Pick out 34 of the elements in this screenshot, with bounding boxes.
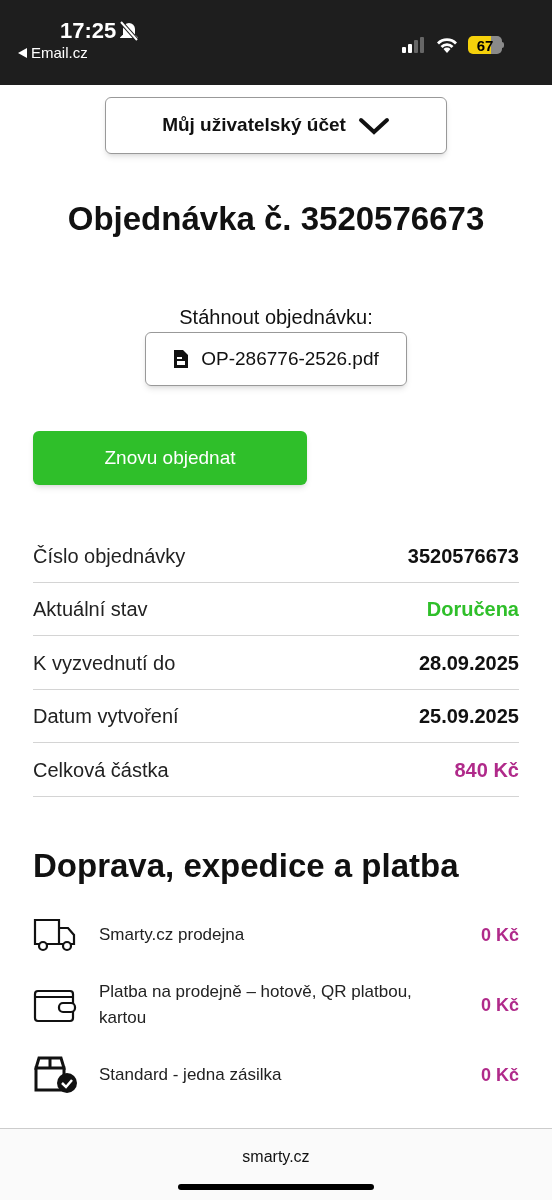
detail-label: K vyzvednutí do bbox=[33, 650, 176, 676]
back-triangle-icon bbox=[18, 47, 27, 58]
detail-value: 28.09.2025 bbox=[418, 650, 519, 676]
shipping-item-price: 0 Kč bbox=[480, 993, 519, 1017]
wallet-icon bbox=[33, 987, 77, 1023]
shipping-item-label: Smarty.cz prodejna bbox=[99, 924, 246, 946]
shipping-item-price: 0 Kč bbox=[480, 923, 519, 947]
detail-label: Číslo objednávky bbox=[33, 543, 186, 569]
detail-label: Aktuální stav bbox=[33, 597, 148, 622]
wifi-icon bbox=[436, 37, 458, 53]
site-domain: smarty.cz bbox=[242, 1147, 310, 1167]
shipping-item-price: 0 Kč bbox=[480, 1063, 519, 1087]
document-icon bbox=[173, 349, 190, 370]
chevron-down-icon bbox=[357, 116, 390, 135]
truck-icon bbox=[33, 918, 77, 952]
download-label: Stáhnout objednávku: bbox=[179, 305, 373, 331]
section-heading: Doprava, expedice a platba bbox=[32, 845, 460, 886]
battery-indicator: 67 bbox=[468, 36, 504, 54]
shipping-item-label: Platba na prodejně – hotově, QR platbou, kartou bbox=[99, 981, 413, 1029]
signal-icon bbox=[402, 37, 426, 53]
pdf-download-button[interactable]: OP-286776-2526.pdf bbox=[145, 332, 407, 387]
status-time: 17:25 bbox=[60, 20, 117, 42]
detail-value: 840 Kč bbox=[454, 757, 519, 783]
detail-label: Celková částka bbox=[33, 757, 169, 783]
detail-label: Datum vytvoření bbox=[33, 704, 179, 729]
detail-value: Doručena bbox=[426, 597, 519, 622]
back-to-app-link[interactable]: Email.cz bbox=[18, 45, 88, 60]
detail-value: 3520576673 bbox=[407, 543, 519, 569]
order-title: Objednávka č. 3520576673 bbox=[66, 199, 486, 239]
package-check-icon bbox=[33, 1056, 79, 1094]
bell-muted-icon bbox=[120, 21, 139, 41]
account-menu-button[interactable]: Můj uživatelský účet bbox=[105, 97, 447, 154]
detail-value: 25.09.2025 bbox=[418, 704, 519, 729]
shipping-item-label: Standard - jedna zásilka bbox=[99, 1064, 283, 1086]
